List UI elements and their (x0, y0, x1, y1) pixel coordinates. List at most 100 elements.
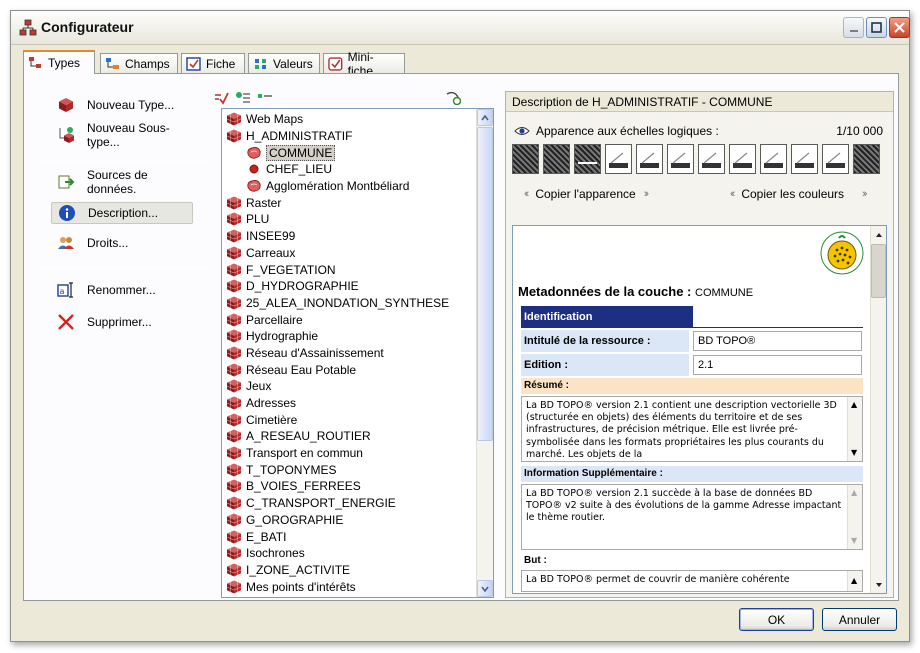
tree-item[interactable]: F_VEGETATION (222, 261, 478, 278)
data-sources-button[interactable]: Sources de données. (51, 168, 193, 196)
tree-item[interactable]: Parcellaire (222, 311, 478, 328)
tree-item[interactable]: H_ADMINISTRATIF (222, 128, 478, 145)
delete-button[interactable]: Supprimer... (51, 311, 193, 333)
scale-swatch[interactable] (605, 144, 632, 174)
cube-icon (226, 479, 242, 493)
tree-item[interactable]: PLU (222, 211, 478, 228)
collapse-tree-icon[interactable] (257, 91, 273, 105)
users-icon (58, 237, 74, 249)
scale-swatch[interactable] (512, 144, 539, 174)
tab-types[interactable]: Types (23, 50, 95, 74)
tree-item[interactable]: Web Maps (222, 111, 478, 128)
tree-item[interactable]: B_VOIES_FERREES (222, 478, 478, 495)
tree-item[interactable]: Transport en commun (222, 445, 478, 462)
tree-item[interactable]: Adresses (222, 395, 478, 412)
scale-swatch[interactable] (853, 144, 880, 174)
scale-swatch[interactable] (729, 144, 756, 174)
tree-scrollbar[interactable] (476, 109, 493, 597)
scroll-up-button[interactable] (477, 109, 493, 126)
new-subtype-button[interactable]: Nouveau Sous-type... (51, 121, 193, 149)
tree-item[interactable]: D_HYDROGRAPHIE (222, 278, 478, 295)
tree-item[interactable]: Réseau d'Assainissement (222, 345, 478, 362)
scale-swatch[interactable] (760, 144, 787, 174)
tab-label: Valeurs (273, 56, 313, 71)
polygon-icon (246, 146, 262, 160)
tree-item[interactable]: CHEF_LIEU (222, 161, 478, 178)
metadata-scrollbar[interactable] (870, 226, 886, 593)
metadata-body: Metadonnées de la couche : COMMUNE Ident… (513, 226, 871, 593)
summary-label: Résumé : (521, 378, 863, 394)
tree-item[interactable]: G_OROGRAPHIE (222, 512, 478, 529)
metadata-layer-name: COMMUNE (695, 287, 754, 299)
scale-swatch[interactable] (574, 144, 601, 174)
tree-item[interactable]: Agglomération Montbéliard (222, 178, 478, 195)
tree-item[interactable]: I_ZONE_ACTIVITE (222, 562, 478, 579)
tree-item[interactable]: COMMUNE (222, 144, 478, 161)
title-bar[interactable]: Configurateur (11, 11, 910, 45)
tree-item[interactable]: 25_ALEA_INONDATION_SYNTHESE (222, 295, 478, 312)
metadata-document[interactable]: Metadonnées de la couche : COMMUNE Ident… (512, 225, 887, 594)
tree-item-label: B_VOIES_FERREES (246, 479, 361, 494)
scale-swatch[interactable] (698, 144, 725, 174)
tree-item[interactable]: A_RESEAU_ROUTIER (222, 428, 478, 445)
info-icon (59, 205, 75, 221)
scroll-thumb[interactable] (477, 127, 493, 441)
tab-valeurs[interactable]: Valeurs (248, 53, 320, 73)
extra-info-textbox[interactable]: La BD TOPO® version 2.1 succède à la bas… (521, 484, 863, 550)
scroll-down-button[interactable] (871, 576, 886, 593)
resource-title-field[interactable]: BD TOPO® (693, 331, 862, 351)
cube-icon (226, 296, 242, 310)
summary-textbox[interactable]: La BD TOPO® version 2.1 contient une des… (521, 396, 863, 462)
copy-appearance-label: Copier l'apparence (535, 187, 636, 201)
tree-item[interactable]: Jeux (222, 378, 478, 395)
tree-item[interactable]: C_TRANSPORT_ENERGIE (222, 495, 478, 512)
tree-item[interactable]: Réseau Eau Potable (222, 361, 478, 378)
tree-item[interactable]: T_TOPONYMES (222, 461, 478, 478)
tab-fiche[interactable]: Fiche (181, 53, 245, 73)
rename-button[interactable]: a Renommer... (51, 279, 193, 301)
tree-item[interactable]: Isochrones (222, 545, 478, 562)
description-button[interactable]: Description... (51, 202, 193, 224)
summary-scrollbar[interactable]: ▲ ▼ (847, 397, 862, 461)
edition-label: Edition : (521, 354, 689, 376)
refresh-icon[interactable] (445, 91, 461, 105)
rights-button[interactable]: Droits... (51, 232, 193, 254)
tree-item[interactable]: Raster (222, 194, 478, 211)
tree-item[interactable]: INSEE99 (222, 228, 478, 245)
maximize-button[interactable] (866, 17, 887, 38)
copy-appearance-button[interactable]: ‹‹ Copier l'apparence ›› (516, 187, 655, 201)
copy-colors-button[interactable]: ‹‹ Copier les couleurs ›› (722, 187, 873, 201)
scale-swatch[interactable] (822, 144, 849, 174)
check-filter-icon[interactable] (213, 91, 229, 105)
close-icon (894, 22, 905, 33)
tree-item[interactable]: Cimetière (222, 411, 478, 428)
tree-item[interactable]: Hydrographie (222, 328, 478, 345)
type-tree[interactable]: Web Maps H_ADMINISTRATIF COMMUNE CHEF_LI… (221, 108, 494, 598)
cancel-button[interactable]: Annuler (822, 608, 897, 631)
ok-button[interactable]: OK (739, 608, 814, 631)
scroll-thumb[interactable] (871, 244, 886, 298)
delete-x-icon (58, 314, 74, 330)
expand-tree-icon[interactable] (235, 91, 251, 105)
tab-mini-fiche[interactable]: Mini-fiche (323, 50, 405, 78)
scroll-up-button[interactable] (871, 226, 886, 243)
scroll-down-button[interactable] (477, 580, 493, 597)
extra-info-scrollbar[interactable]: ▲ ▼ (847, 485, 862, 549)
minimize-button[interactable] (843, 17, 864, 38)
new-type-button[interactable]: Nouveau Type... (51, 94, 193, 116)
scale-swatch[interactable] (543, 144, 570, 174)
tab-champs[interactable]: Champs (100, 53, 178, 73)
purpose-scrollbar[interactable]: ▲ (847, 571, 862, 591)
arrow-down-icon: ▼ (851, 535, 858, 545)
scale-swatch[interactable] (791, 144, 818, 174)
scale-swatch[interactable] (636, 144, 663, 174)
close-button[interactable] (889, 17, 910, 38)
scale-swatch[interactable] (667, 144, 694, 174)
arrows-left-icon: ‹‹ (730, 188, 736, 200)
tree-item[interactable]: Mes points d'intérêts (222, 578, 478, 595)
tree-item[interactable]: E_BATI (222, 528, 478, 545)
purpose-textbox[interactable]: La BD TOPO® permet de couvrir de manière… (521, 570, 863, 592)
tree-item[interactable]: Carreaux (222, 245, 478, 262)
separator (35, 161, 207, 162)
edition-field[interactable]: 2.1 (693, 355, 862, 375)
